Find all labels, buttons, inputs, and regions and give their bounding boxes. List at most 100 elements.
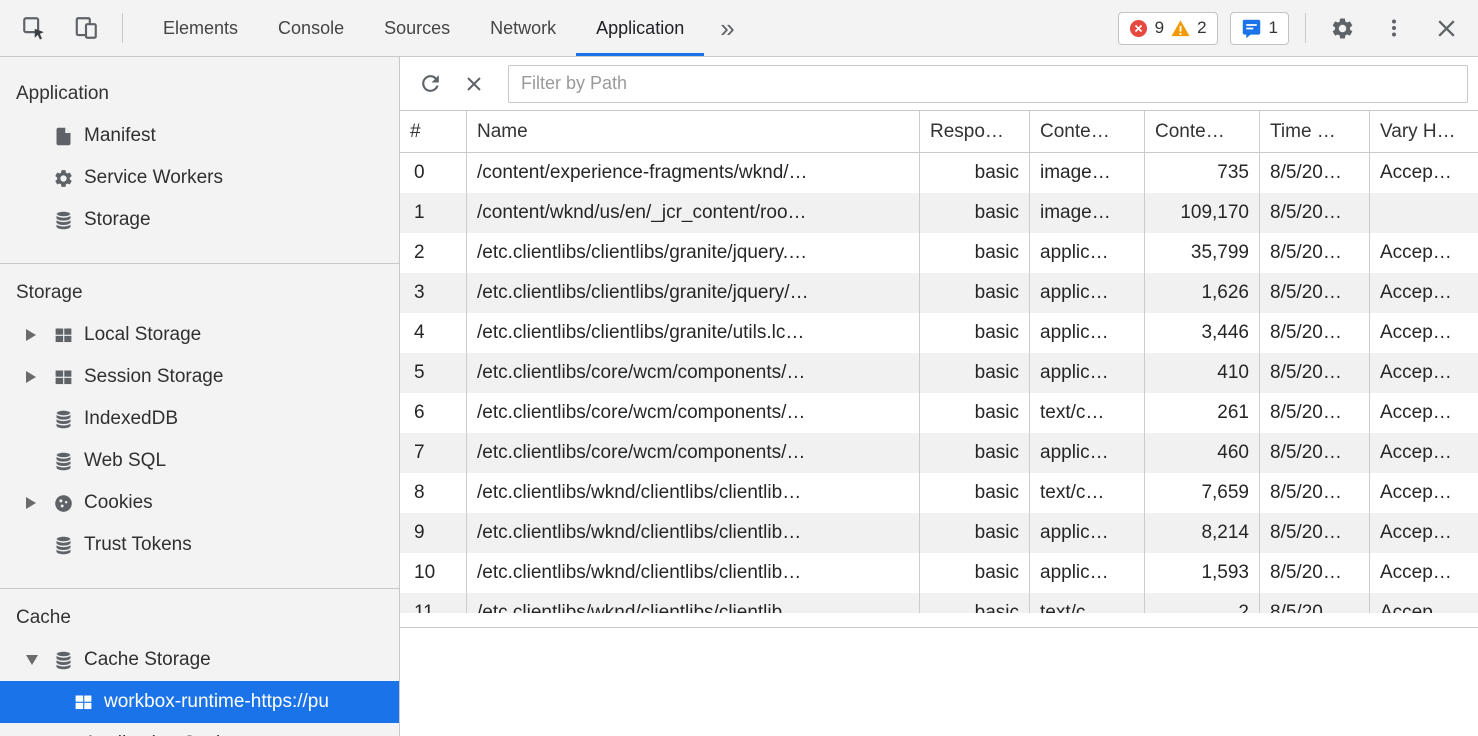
cookie-icon <box>52 492 74 514</box>
table-row[interactable]: 11/etc.clientlibs/wknd/clientlibs/client… <box>400 593 1478 613</box>
cell-time-cached: 8/5/20… <box>1260 353 1370 393</box>
table-row[interactable]: 4/etc.clientlibs/clientlibs/granite/util… <box>400 313 1478 353</box>
cell-index: 3 <box>400 273 467 313</box>
tab-sources[interactable]: Sources <box>364 0 470 56</box>
sidebar-item-label: Trust Tokens <box>84 534 192 556</box>
table-row[interactable]: 5/etc.clientlibs/core/wcm/components/…ba… <box>400 353 1478 393</box>
refresh-button[interactable] <box>408 64 452 104</box>
tab-application[interactable]: Application <box>576 0 704 56</box>
table-row[interactable]: 1/content/wknd/us/en/_jcr_content/roo…ba… <box>400 193 1478 233</box>
cell-vary-header: Accep… <box>1370 593 1478 613</box>
cell-content-type: text/c… <box>1030 393 1145 433</box>
tab-elements[interactable]: Elements <box>143 0 258 56</box>
sidebar-item-trust-tokens[interactable]: Trust Tokens <box>0 524 399 566</box>
cell-name: /etc.clientlibs/clientlibs/granite/jquer… <box>467 233 920 273</box>
cell-name: /etc.clientlibs/core/wcm/components/… <box>467 393 920 433</box>
section-title: Cache <box>0 597 399 639</box>
sidebar-item-workbox-cache[interactable]: workbox-runtime-https://pu <box>0 681 399 723</box>
delete-selected-button[interactable] <box>452 64 496 104</box>
cell-response-type: basic <box>920 433 1030 473</box>
sidebar-item-label: Storage <box>84 209 151 231</box>
sidebar-item-service-workers[interactable]: Service Workers <box>0 157 399 199</box>
toolbar-left-group <box>0 0 127 56</box>
column-header-name[interactable]: Name <box>467 111 920 152</box>
filter-by-path-input[interactable] <box>508 65 1468 103</box>
expand-arrow-icon[interactable] <box>26 329 42 341</box>
toolbar-divider <box>122 13 123 43</box>
cache-entry-preview-pane[interactable] <box>400 627 1478 736</box>
table-row[interactable]: 10/etc.clientlibs/wknd/clientlibs/client… <box>400 553 1478 593</box>
column-header-time-cached[interactable]: Time … <box>1260 111 1370 152</box>
cell-content-length: 35,799 <box>1145 233 1260 273</box>
console-errors-warnings-badge[interactable]: 9 2 <box>1118 12 1218 45</box>
close-icon <box>1434 16 1459 41</box>
cell-vary-header: Accep… <box>1370 153 1478 193</box>
device-toolbar-button[interactable] <box>66 8 106 48</box>
warning-icon <box>1171 19 1190 38</box>
table-row[interactable]: 3/etc.clientlibs/clientlibs/granite/jque… <box>400 273 1478 313</box>
issues-badge[interactable]: 1 <box>1230 12 1289 45</box>
gear-icon <box>1330 16 1355 41</box>
cell-content-length: 460 <box>1145 433 1260 473</box>
settings-button[interactable] <box>1322 8 1362 48</box>
sidebar-item-storage[interactable]: Storage <box>0 199 399 241</box>
sidebar-item-label: Service Workers <box>84 167 223 189</box>
expand-arrow-icon[interactable] <box>26 371 42 383</box>
devtools-window: Elements Console Sources Network Applica… <box>0 0 1478 736</box>
sidebar-item-cookies[interactable]: Cookies <box>0 482 399 524</box>
column-header-content-type[interactable]: Conte… <box>1030 111 1145 152</box>
cell-vary-header: Accep… <box>1370 353 1478 393</box>
cell-content-length: 261 <box>1145 393 1260 433</box>
table-row[interactable]: 0/content/experience-fragments/wknd/…bas… <box>400 153 1478 193</box>
table-row[interactable]: 9/etc.clientlibs/wknd/clientlibs/clientl… <box>400 513 1478 553</box>
cell-name: /etc.clientlibs/clientlibs/granite/jquer… <box>467 273 920 313</box>
table-row[interactable]: 7/etc.clientlibs/core/wcm/components/…ba… <box>400 433 1478 473</box>
cell-name: /etc.clientlibs/wknd/clientlibs/clientli… <box>467 513 920 553</box>
sidebar-item-indexeddb[interactable]: IndexedDB <box>0 398 399 440</box>
section-application: Application Manifest Service Workers <box>0 57 399 264</box>
sidebar-item-manifest[interactable]: Manifest <box>0 115 399 157</box>
close-devtools-button[interactable] <box>1426 8 1466 48</box>
sidebar-item-web-sql[interactable]: Web SQL <box>0 440 399 482</box>
cell-content-type: applic… <box>1030 353 1145 393</box>
cell-content-length: 3,446 <box>1145 313 1260 353</box>
cell-name: /etc.clientlibs/wknd/clientlibs/clientli… <box>467 553 920 593</box>
sidebar-item-cache-storage[interactable]: Cache Storage <box>0 639 399 681</box>
cell-index: 1 <box>400 193 467 233</box>
cell-time-cached: 8/5/20… <box>1260 513 1370 553</box>
inspect-element-button[interactable] <box>14 8 54 48</box>
sidebar-item-session-storage[interactable]: Session Storage <box>0 356 399 398</box>
column-header-vary-header[interactable]: Vary H… <box>1370 111 1478 152</box>
cell-content-length: 109,170 <box>1145 193 1260 233</box>
cell-response-type: basic <box>920 593 1030 613</box>
tab-network[interactable]: Network <box>470 0 576 56</box>
devtools-menu-button[interactable] <box>1374 8 1414 48</box>
table-row[interactable]: 6/etc.clientlibs/core/wcm/components/…ba… <box>400 393 1478 433</box>
tab-console[interactable]: Console <box>258 0 364 56</box>
device-toolbar-icon <box>73 15 99 41</box>
column-header-index[interactable]: # <box>400 111 467 152</box>
sidebar-item-label: Web SQL <box>84 450 166 472</box>
expand-arrow-icon[interactable] <box>26 497 42 509</box>
more-tabs-icon[interactable]: » <box>704 0 750 56</box>
sidebar-item-application-cache[interactable]: Application Cache <box>0 723 399 736</box>
cell-name: /content/experience-fragments/wknd/… <box>467 153 920 193</box>
cell-content-type: text/c… <box>1030 593 1145 613</box>
database-icon <box>52 450 74 472</box>
sidebar-item-local-storage[interactable]: Local Storage <box>0 314 399 356</box>
cell-time-cached: 8/5/20… <box>1260 273 1370 313</box>
cell-vary-header: Accep… <box>1370 393 1478 433</box>
cell-vary-header <box>1370 193 1478 233</box>
table-row[interactable]: 2/etc.clientlibs/clientlibs/granite/jque… <box>400 233 1478 273</box>
column-header-response-type[interactable]: Respo… <box>920 111 1030 152</box>
cell-response-type: basic <box>920 233 1030 273</box>
column-header-content-length[interactable]: Conte… <box>1145 111 1260 152</box>
inspect-cursor-icon <box>21 15 47 41</box>
gear-icon <box>52 167 74 189</box>
collapse-arrow-icon[interactable] <box>26 655 42 665</box>
table-row[interactable]: 8/etc.clientlibs/wknd/clientlibs/clientl… <box>400 473 1478 513</box>
cell-vary-header: Accep… <box>1370 473 1478 513</box>
cell-index: 4 <box>400 313 467 353</box>
cell-vary-header: Accep… <box>1370 273 1478 313</box>
cell-name: /etc.clientlibs/clientlibs/granite/utils… <box>467 313 920 353</box>
